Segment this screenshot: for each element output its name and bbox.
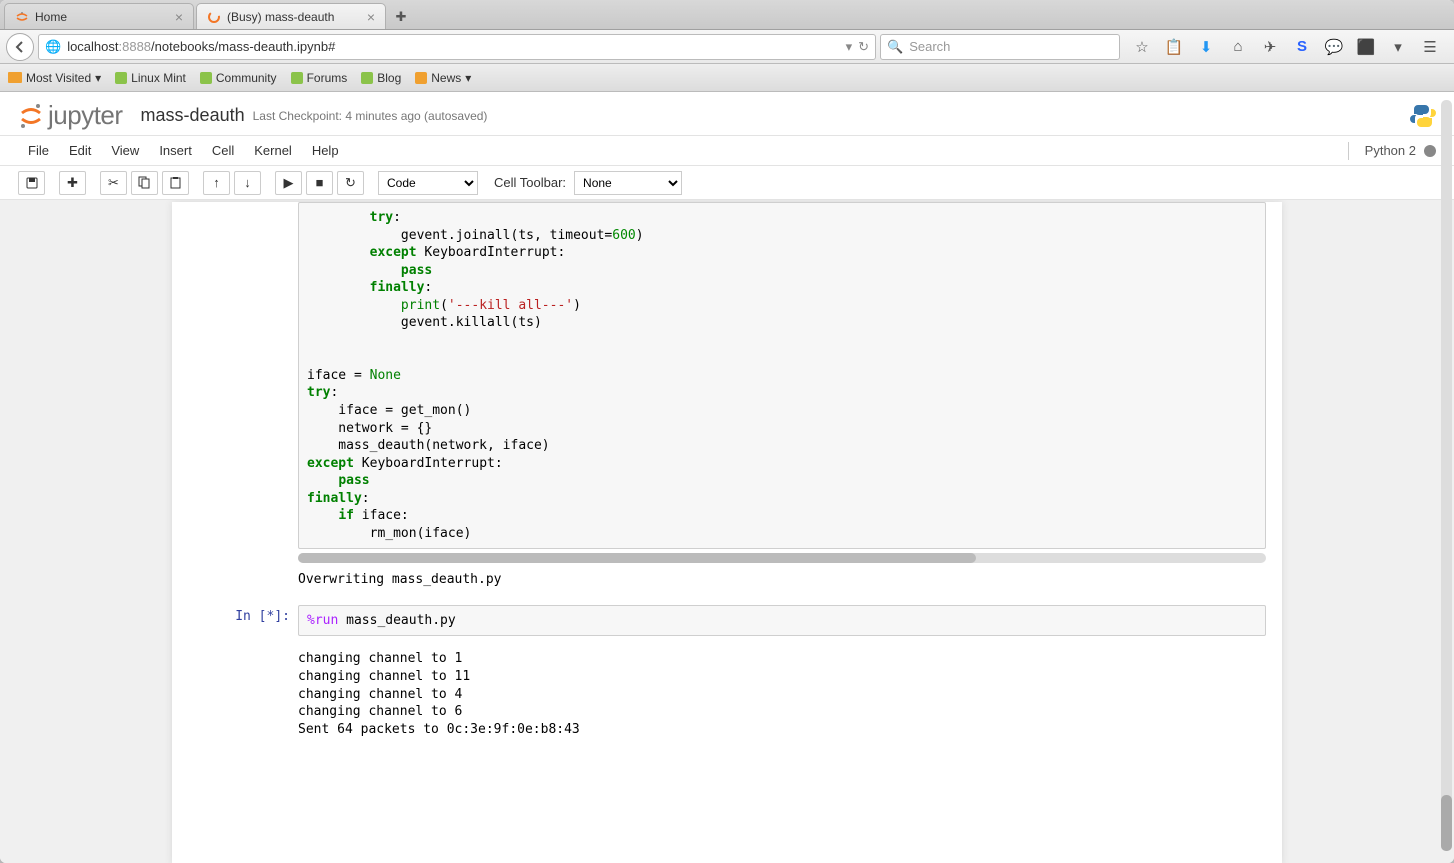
jupyter-logo-icon [18, 103, 44, 129]
browser-tab-bar: Home × (Busy) mass-deauth × ✚ [0, 0, 1454, 30]
mint-icon [115, 72, 127, 84]
back-button[interactable] [6, 33, 34, 61]
reload-icon[interactable]: ↻ [858, 39, 869, 55]
toolbar: ✚ ✂ ↑ ↓ ▶ ■ ↻ Code Cell Toolbar: None [0, 166, 1454, 200]
cell-prompt: In [*]: [188, 605, 298, 744]
code-input[interactable]: try: gevent.joinall(ts, timeout=600) exc… [298, 202, 1266, 549]
menu-file[interactable]: File [18, 137, 59, 164]
bookmark-news[interactable]: News▾ [415, 71, 471, 85]
notebook-area[interactable]: try: gevent.joinall(ts, timeout=600) exc… [0, 200, 1454, 863]
menu-kernel[interactable]: Kernel [244, 137, 302, 164]
cell-prompt [188, 565, 298, 595]
bookmark-community[interactable]: Community [200, 71, 277, 85]
cell-type-select[interactable]: Code [378, 171, 478, 195]
copy-button[interactable] [131, 171, 158, 195]
url-input[interactable]: 🌐 localhost:8888/notebooks/mass-deauth.i… [38, 34, 876, 60]
paste-button[interactable] [162, 171, 189, 195]
jupyter-logo[interactable]: jupyter [18, 100, 123, 131]
menu-cell[interactable]: Cell [202, 137, 244, 164]
bookmarks-bar: Most Visited▾ Linux Mint Community Forum… [0, 64, 1454, 92]
jupyter-favicon [15, 10, 29, 24]
cell-toolbar-label: Cell Toolbar: [494, 175, 566, 190]
python-logo-icon [1410, 103, 1436, 129]
close-icon[interactable]: × [175, 9, 183, 25]
jupyter-brand: jupyter [48, 100, 123, 131]
notebook-title[interactable]: mass-deauth [141, 105, 245, 126]
mint-icon [291, 72, 303, 84]
output-text: Overwriting mass_deauth.py [298, 565, 1266, 595]
stylish-icon[interactable]: S [1290, 35, 1314, 59]
clipboard-icon[interactable]: 📋 [1162, 35, 1186, 59]
send-icon[interactable]: ✈ [1258, 35, 1282, 59]
folder-icon [8, 72, 22, 83]
close-icon[interactable]: × [367, 9, 375, 25]
run-button[interactable]: ▶ [275, 171, 302, 195]
chevron-down-icon: ▾ [95, 71, 101, 85]
dropdown-icon[interactable]: ▾ [1386, 35, 1410, 59]
mint-icon [361, 72, 373, 84]
bookmark-linux-mint[interactable]: Linux Mint [115, 71, 186, 85]
menu-view[interactable]: View [101, 137, 149, 164]
output-text: changing channel to 1 changing channel t… [298, 644, 1266, 744]
code-input[interactable]: %run mass_deauth.py [298, 605, 1266, 637]
horizontal-scrollbar[interactable] [298, 553, 1266, 563]
menu-help[interactable]: Help [302, 137, 349, 164]
add-cell-button[interactable]: ✚ [59, 171, 86, 195]
code-cell[interactable]: try: gevent.joinall(ts, timeout=600) exc… [188, 202, 1266, 563]
home-icon[interactable]: ⌂ [1226, 35, 1250, 59]
url-host: localhost [67, 39, 118, 54]
cell-prompt [188, 202, 298, 563]
kernel-name[interactable]: Python 2 [1365, 143, 1416, 158]
url-toolbar: 🌐 localhost:8888/notebooks/mass-deauth.i… [0, 30, 1454, 64]
cell-toolbar-select[interactable]: None [574, 171, 682, 195]
bookmark-star-icon[interactable]: ☆ [1130, 35, 1154, 59]
search-icon: 🔍 [887, 39, 903, 55]
move-down-button[interactable]: ↓ [234, 171, 261, 195]
menu-edit[interactable]: Edit [59, 137, 101, 164]
save-button[interactable] [18, 171, 45, 195]
rss-icon [415, 72, 427, 84]
menu-bar: File Edit View Insert Cell Kernel Help P… [0, 136, 1454, 166]
tab-title: Home [35, 10, 67, 24]
jupyter-header: jupyter mass-deauth Last Checkpoint: 4 m… [0, 92, 1454, 136]
menu-insert[interactable]: Insert [149, 137, 202, 164]
url-path: /notebooks/mass-deauth.ipynb# [151, 39, 335, 54]
checkpoint-label: Last Checkpoint: 4 minutes ago (autosave… [253, 109, 488, 123]
browser-tab-home[interactable]: Home × [4, 3, 194, 29]
code-cell-running[interactable]: In [*]: %run mass_deauth.py changing cha… [188, 605, 1266, 744]
download-icon[interactable]: ⬇ [1194, 35, 1218, 59]
restart-button[interactable]: ↻ [337, 171, 364, 195]
search-input[interactable]: 🔍 Search [880, 34, 1120, 60]
chat-icon[interactable]: 💬 [1322, 35, 1346, 59]
bookmark-most-visited[interactable]: Most Visited▾ [8, 71, 101, 85]
new-tab-button[interactable]: ✚ [388, 5, 414, 29]
jupyter-busy-favicon [207, 10, 221, 24]
vertical-scrollbar[interactable] [1441, 100, 1452, 851]
move-up-button[interactable]: ↑ [203, 171, 230, 195]
browser-tab-notebook[interactable]: (Busy) mass-deauth × [196, 3, 386, 29]
kernel-busy-icon [1424, 145, 1436, 157]
tab-title: (Busy) mass-deauth [227, 10, 334, 24]
stop-button[interactable]: ■ [306, 171, 333, 195]
addon-icon[interactable]: ⬛ [1354, 35, 1378, 59]
bookmark-forums[interactable]: Forums [291, 71, 348, 85]
url-port: :8888 [119, 39, 152, 54]
chevron-down-icon: ▾ [465, 71, 471, 85]
menu-icon[interactable]: ☰ [1418, 35, 1442, 59]
search-placeholder: Search [909, 39, 950, 54]
dropdown-icon[interactable]: ▾ [846, 39, 853, 55]
output-cell: Overwriting mass_deauth.py [188, 565, 1266, 595]
globe-icon: 🌐 [45, 39, 61, 55]
bookmark-blog[interactable]: Blog [361, 71, 401, 85]
cut-button[interactable]: ✂ [100, 171, 127, 195]
mint-icon [200, 72, 212, 84]
